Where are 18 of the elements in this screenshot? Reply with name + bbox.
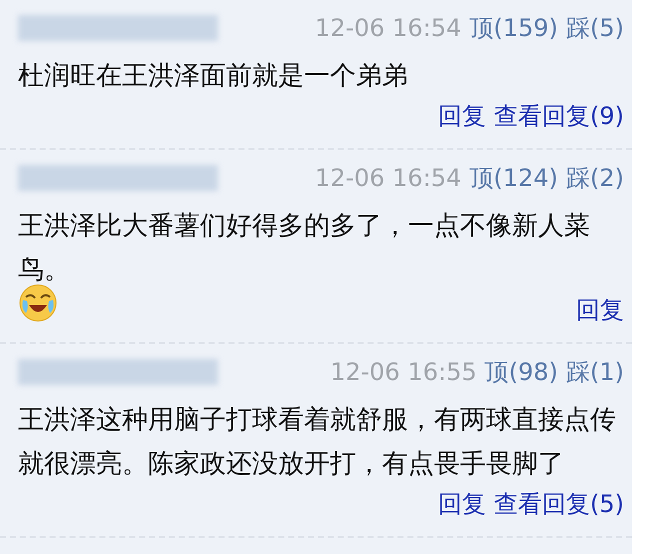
reply-link[interactable]: 查看回复(5) [494,488,624,520]
crying-laughing-emoji-icon [18,283,58,323]
comment-text: 杜润旺在王洪泽面前就是一个弟弟 [18,61,408,91]
reply-link[interactable]: 回复 [576,294,624,326]
reply-link[interactable]: 查看回复(9) [494,100,624,132]
reply-link[interactable]: 回复 [438,488,486,520]
upvote-link[interactable]: 顶(98) [484,356,558,388]
downvote-link[interactable]: 踩(2) [566,162,624,194]
reply-link[interactable]: 回复 [438,100,486,132]
comment-time: 12-06 16:54 [314,14,462,42]
comment-text: 王洪泽比大番薯们好得多的多了，一点不像新人菜鸟。 [18,211,590,285]
comment-time: 12-06 16:54 [314,164,462,192]
downvote-link[interactable]: 踩(1) [566,356,624,388]
downvote-link[interactable]: 踩(5) [566,12,624,44]
comment-time: 12-06 16:55 [330,358,477,386]
upvote-link[interactable]: 顶(124) [469,162,558,194]
upvote-link[interactable]: 顶(159) [469,12,558,44]
comment-text: 王洪泽这种用脑子打球看着就舒服，有两球直接点传就很漂亮。陈家政还没放开打，有点畏手畏脚了 [18,405,616,479]
